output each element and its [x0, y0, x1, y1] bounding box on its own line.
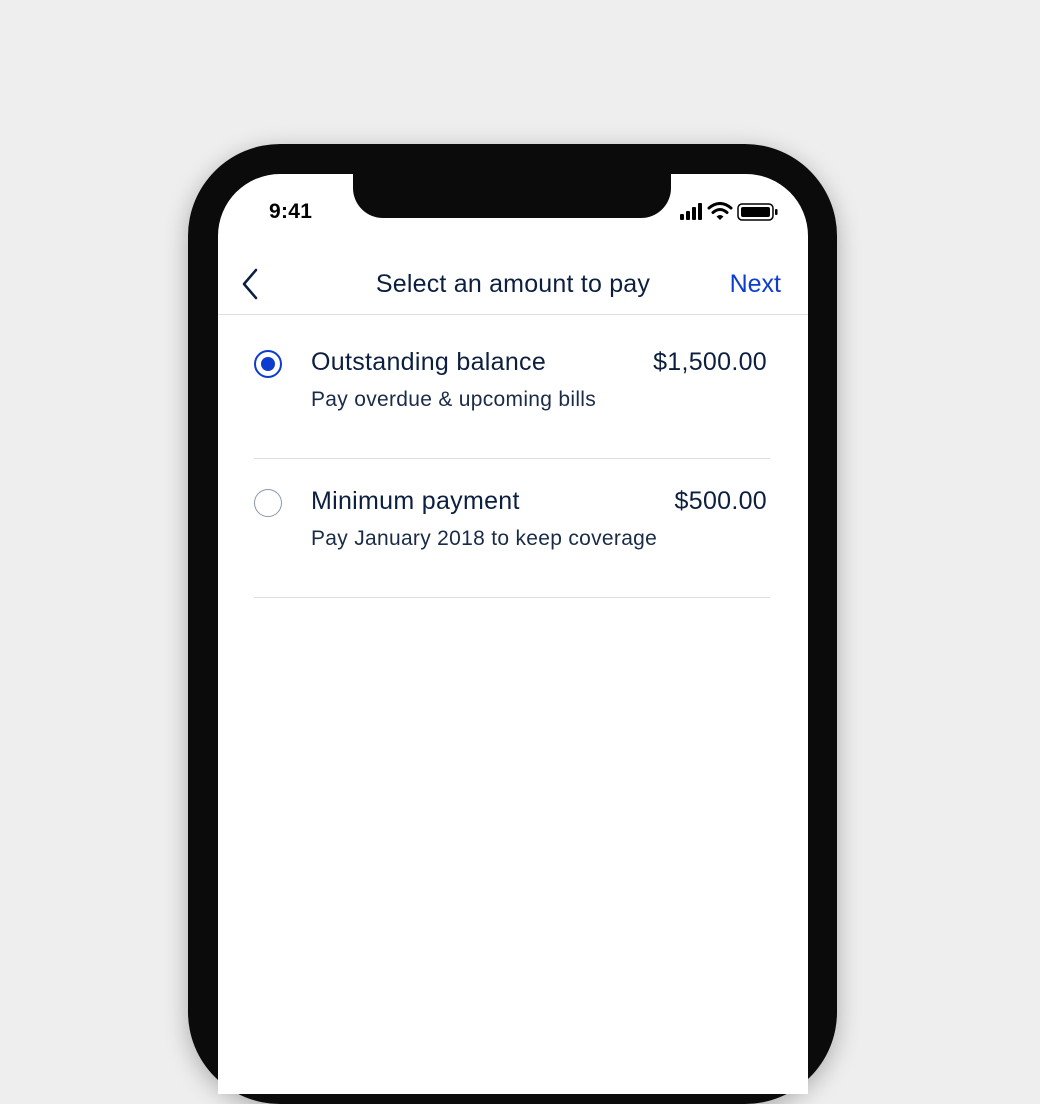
payment-option-minimum-payment[interactable]: Minimum payment $500.00 Pay January 2018… — [254, 459, 770, 598]
phone-screen: 9:41 Select an amount to pay Next Outsta… — [218, 174, 808, 1094]
navigation-bar: Select an amount to pay Next — [218, 254, 808, 315]
status-time: 9:41 — [269, 200, 313, 223]
next-button[interactable]: Next — [730, 270, 781, 299]
cellular-signal-icon — [680, 203, 702, 220]
option-label: Outstanding balance — [311, 348, 547, 376]
radio-button-unselected[interactable] — [254, 489, 282, 517]
option-amount: $1,500.00 — [653, 348, 767, 376]
option-amount: $500.00 — [674, 487, 767, 515]
option-label: Minimum payment — [311, 487, 520, 515]
option-description: Pay overdue & upcoming bills — [311, 388, 597, 411]
payment-option-outstanding-balance[interactable]: Outstanding balance $1,500.00 Pay overdu… — [254, 320, 770, 459]
wifi-icon — [707, 202, 733, 220]
option-description: Pay January 2018 to keep coverage — [311, 527, 658, 550]
phone-frame: 9:41 Select an amount to pay Next Outsta… — [188, 144, 837, 1104]
page-title: Select an amount to pay — [375, 270, 651, 298]
status-icons — [680, 202, 778, 221]
phone-notch — [353, 174, 671, 218]
radio-button-selected[interactable] — [254, 350, 282, 378]
battery-icon — [737, 203, 778, 221]
